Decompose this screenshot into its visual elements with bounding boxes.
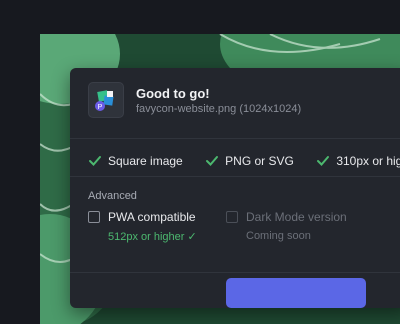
screen: P Good to go! favycon-website.png (1024x… [0, 0, 400, 324]
requirement-310px: 310px or higher [316, 154, 400, 168]
pwa-compatible-label: PWA compatible [108, 210, 196, 224]
file-name: favycon-website.png (1024x1024) [136, 103, 302, 115]
divider [70, 272, 400, 273]
file-summary: P Good to go! favycon-website.png (1024x… [88, 82, 398, 120]
favicon-preview-icon: P [88, 82, 124, 118]
upload-result-card: P Good to go! favycon-website.png (1024x… [70, 68, 400, 308]
status-title: Good to go! [136, 86, 210, 101]
divider [70, 138, 400, 139]
requirement-png-or-svg: PNG or SVG [205, 154, 294, 168]
checkmark-icon [317, 156, 330, 166]
requirement-label: Square image [108, 154, 183, 168]
advanced-section-label: Advanced [88, 190, 137, 202]
requirements-list: Square image PNG or SVG 310px or higher [88, 152, 400, 168]
checkmark-icon [206, 156, 219, 166]
checkmark-icon [89, 156, 101, 166]
favicon-preview-graphic: P [95, 90, 114, 111]
pwa-compatible-checkbox[interactable] [88, 211, 100, 223]
dark-mode-status: Coming soon [246, 230, 311, 242]
divider [70, 176, 400, 177]
svg-text:P: P [98, 104, 103, 111]
dark-mode-checkbox [226, 211, 238, 223]
pwa-compatible-status: 512px or higher ✓ [108, 231, 197, 243]
requirement-label: PNG or SVG [225, 154, 294, 168]
requirement-square-image: Square image [88, 154, 183, 168]
dark-mode-label: Dark Mode version [246, 210, 347, 224]
requirement-label: 310px or higher [336, 154, 400, 168]
primary-action-button[interactable] [226, 278, 366, 308]
